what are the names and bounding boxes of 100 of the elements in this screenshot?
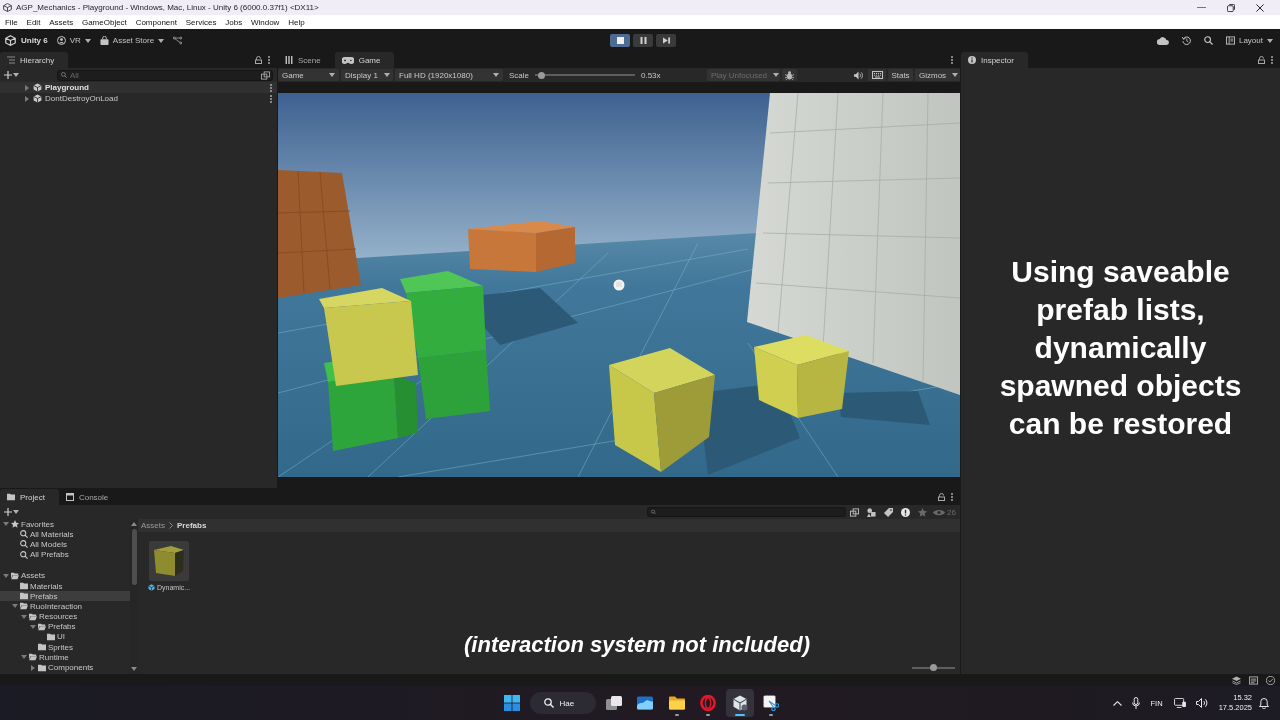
tree-item[interactable]: RuoInteraction [0,601,130,612]
scale-slider[interactable] [535,71,635,79]
tree-item[interactable]: Prefabs [0,621,130,632]
shortcuts-button[interactable] [868,69,886,81]
search-icon [543,698,554,708]
breadcrumb-link[interactable]: Prefabs [177,521,207,530]
menu-item[interactable]: Assets [44,15,78,29]
view-dropdown[interactable]: Game [278,69,339,81]
asset-store-dropdown[interactable]: Asset Store [99,33,165,48]
slider-thumb[interactable] [537,71,545,79]
menu-item[interactable]: Edit [22,15,45,29]
taskbar-app-button[interactable] [725,689,754,717]
cube-logo-icon [5,35,16,46]
tree-item[interactable]: All Materials [0,529,130,540]
open-folder-icon [29,653,37,662]
menu-item[interactable]: Window [246,15,284,29]
star-icon [11,520,19,529]
tree-item[interactable]: Prefabs [0,591,130,602]
caret-icon[interactable] [21,655,27,660]
caption-text: Using saveable prefab lists, dynamically spawned objects can be restored [998,254,1243,442]
account-button[interactable]: Unity 6 [5,33,48,48]
step-button[interactable] [656,34,676,47]
gizmos-dropdown[interactable]: Gizmos [915,69,960,81]
menu-item[interactable]: Component [131,15,182,29]
display-dropdown[interactable]: Display 1 [341,69,393,81]
tree-item[interactable]: Components [0,662,130,673]
stop-icon [616,37,624,44]
debug-button[interactable] [782,69,797,81]
bars-icon [285,56,293,64]
gamepad-icon [341,56,354,64]
slider-thumb[interactable] [930,664,937,671]
caret-icon[interactable] [12,604,18,609]
tree-item[interactable]: Assets [0,570,130,581]
vr-dropdown[interactable]: VR [56,33,91,48]
view-tab[interactable]: Game [334,52,395,68]
hierarchy-tab[interactable]: Hierarchy [0,52,69,68]
add-button[interactable] [4,69,19,81]
cloud-icon [1156,36,1169,45]
scrollbar-thumb[interactable] [131,529,137,585]
bug-icon [785,70,794,80]
list-icon[interactable] [1249,675,1258,685]
lock-icon[interactable] [938,493,945,501]
caret-icon [1267,38,1273,43]
view-tab[interactable]: Scene [278,52,335,68]
pause-button[interactable] [633,34,653,47]
folder-icon [38,663,46,672]
add-button[interactable] [4,506,19,518]
lock-icon[interactable] [255,56,262,64]
menu-item[interactable]: GameObject [77,15,132,29]
search-button[interactable]: Hae [529,692,596,714]
play-button[interactable] [610,34,630,47]
caret-icon[interactable] [3,522,9,527]
scroll-up-icon[interactable] [131,522,137,526]
menu-item[interactable]: File [0,15,23,29]
lock-icon[interactable] [1258,56,1265,64]
resolution-dropdown[interactable]: Full HD (1920x1080) [395,69,503,81]
step-icon [662,37,670,44]
caption-text: (interaction system not included) [464,632,810,658]
menu-item[interactable]: Help [283,15,309,29]
tree-item[interactable]: All Prefabs [0,549,130,560]
caret-icon[interactable] [21,614,27,619]
search-button[interactable] [1203,33,1213,48]
caret-icon[interactable] [25,84,29,91]
caret-icon[interactable] [30,624,36,629]
overlap-squares-icon[interactable] [261,70,270,80]
caret-icon[interactable] [3,573,9,578]
tree-item[interactable]: Materials [0,580,130,592]
tree-item[interactable]: Sprites [0,642,130,653]
layers-icon[interactable] [1232,675,1241,685]
tree-item[interactable]: Runtime [0,652,130,663]
hierarchy-item[interactable]: DontDestroyOnLoad [0,93,277,104]
search-field[interactable] [647,507,846,517]
eye-icon [933,508,946,516]
project-tab[interactable]: Console [58,489,123,505]
tree-item[interactable]: Resources [0,611,130,622]
breadcrumb-link[interactable]: Assets [141,521,165,530]
tree-item[interactable]: UI [0,631,130,643]
menu-item[interactable]: Services [181,15,221,29]
search-field[interactable]: All [57,69,273,81]
plus-icon [4,508,12,516]
hierarchy-item[interactable]: Playground [0,82,277,93]
check-circle-icon[interactable] [1266,675,1275,685]
scroll-down-icon[interactable] [131,667,137,671]
overlap-squares-icon[interactable] [850,507,859,517]
menu-item[interactable]: Jobs [220,15,247,29]
tree-item[interactable]: All Models [0,539,130,550]
cube-icon [33,94,42,103]
project-tab[interactable]: Project [0,489,59,505]
caret-icon [13,73,19,77]
inspector-tab[interactable]: Inspector [961,52,1028,68]
chevron-up-icon [1112,700,1122,706]
stats-button[interactable]: Stats [888,69,913,81]
history-icon [1181,36,1191,45]
close-icon [1255,3,1264,12]
tree-item[interactable]: Favorites [0,519,130,530]
layout-dropdown[interactable]: Layout [1225,33,1273,48]
caret-icon[interactable] [31,664,35,671]
caret-icon [952,73,959,77]
caret-icon[interactable] [25,95,29,102]
history-button[interactable] [1181,33,1191,48]
